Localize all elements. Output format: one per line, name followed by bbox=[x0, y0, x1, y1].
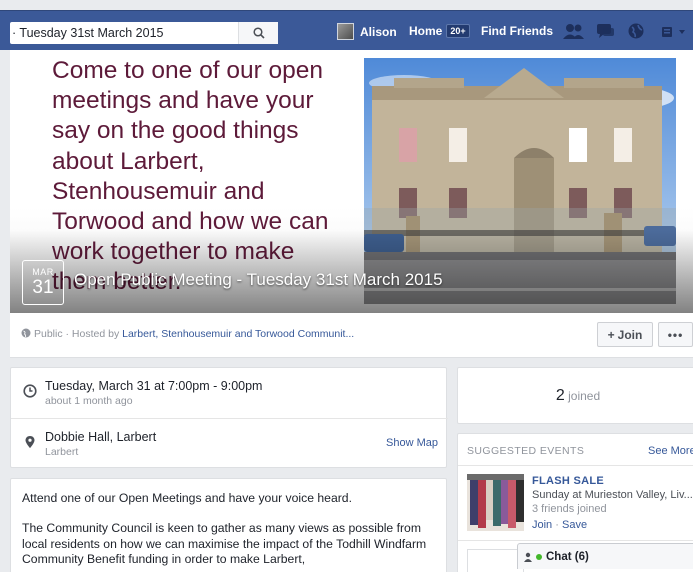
joined-label: joined bbox=[568, 389, 601, 403]
chat-bar[interactable]: Chat (6) bbox=[517, 543, 693, 569]
chat-person-icon bbox=[524, 552, 532, 562]
event-description-card: Attend one of our Open Meetings and have… bbox=[10, 478, 447, 572]
event-location[interactable]: Dobbie Hall, Larbert bbox=[45, 430, 156, 444]
profile-link[interactable]: Alison bbox=[337, 23, 397, 40]
messages-icon[interactable] bbox=[595, 22, 615, 40]
event-time-row: Tuesday, March 31 at 7:00pm - 9:00pm abo… bbox=[11, 368, 448, 418]
event-title: Open Public Meeting - Tuesday 31st March… bbox=[74, 270, 443, 289]
event-details-card: Tuesday, March 31 at 7:00pm - 9:00pm abo… bbox=[10, 367, 448, 468]
join-label: Join bbox=[617, 327, 643, 342]
avatar bbox=[337, 23, 354, 40]
see-more-link[interactable]: See More bbox=[648, 445, 693, 457]
search-button[interactable] bbox=[238, 22, 278, 44]
suggested-events-header: SUGGESTED EVENTS bbox=[467, 445, 585, 457]
event-meta-bar: Public · Hosted by Larbert, Stenhousemui… bbox=[10, 313, 693, 358]
chat-label: Chat (6) bbox=[546, 550, 589, 563]
home-link[interactable]: Home 20+ bbox=[409, 24, 470, 38]
suggested-event-thumbnail[interactable] bbox=[467, 474, 524, 531]
clock-icon bbox=[23, 384, 37, 398]
join-button[interactable]: + Join bbox=[597, 322, 653, 347]
search-input[interactable] bbox=[10, 23, 238, 43]
suggested-save-link[interactable]: Save bbox=[562, 519, 587, 531]
friend-requests-icon[interactable] bbox=[563, 22, 584, 40]
divider bbox=[458, 540, 693, 541]
home-badge: 20+ bbox=[446, 24, 470, 38]
event-time: Tuesday, March 31 at 7:00pm - 9:00pm bbox=[45, 379, 263, 393]
show-map-link[interactable]: Show Map bbox=[386, 437, 438, 449]
joined-count-card[interactable]: 2 joined bbox=[457, 367, 693, 424]
suggested-event-friends: 3 friends joined bbox=[532, 503, 607, 515]
home-label: Home bbox=[409, 24, 443, 38]
event-location-row: Dobbie Hall, Larbert Larbert Show Map bbox=[11, 418, 448, 468]
find-friends-link[interactable]: Find Friends bbox=[481, 24, 553, 38]
separator-dot: · bbox=[555, 519, 562, 531]
date-badge: MAR 31 bbox=[22, 260, 64, 305]
suggested-event-actions: Join · Save bbox=[532, 519, 587, 531]
user-name: Alison bbox=[360, 24, 397, 39]
event-page: Alison Home 20+ Find Friends Come to one… bbox=[0, 0, 693, 572]
more-options-button[interactable]: ••• bbox=[658, 322, 693, 347]
description-paragraph-1: Attend one of our Open Meetings and have… bbox=[22, 491, 352, 505]
joined-summary: 2 joined bbox=[458, 387, 693, 405]
plus-icon: + bbox=[607, 327, 615, 342]
search-icon bbox=[252, 27, 265, 39]
event-cover: Come to one of our open meetings and hav… bbox=[10, 50, 693, 313]
date-month: MAR bbox=[32, 267, 54, 277]
event-time-relative: about 1 month ago bbox=[45, 395, 133, 407]
suggested-join-link[interactable]: Join bbox=[532, 519, 552, 531]
nav-icon-group bbox=[563, 22, 647, 40]
joined-count: 2 bbox=[555, 387, 565, 404]
event-location-city: Larbert bbox=[45, 446, 79, 458]
host-link[interactable]: Larbert, Stenhousemuir and Torwood Commu… bbox=[122, 328, 354, 340]
account-menu-icon[interactable] bbox=[662, 24, 686, 40]
date-day: 31 bbox=[32, 277, 54, 298]
description-paragraph-2: The Community Council is keen to gather … bbox=[22, 521, 427, 566]
suggested-event-when: Sunday at Murieston Valley, Liv... bbox=[532, 489, 693, 501]
top-navigation-bar: Alison Home 20+ Find Friends bbox=[0, 10, 693, 50]
privacy-label: Public · Hosted by bbox=[34, 328, 123, 340]
search-box bbox=[10, 22, 278, 44]
location-pin-icon bbox=[25, 436, 35, 448]
event-host-line: Public · Hosted by Larbert, Stenhousemui… bbox=[21, 328, 354, 340]
divider bbox=[458, 465, 693, 466]
public-globe-icon bbox=[21, 328, 31, 338]
notifications-globe-icon[interactable] bbox=[627, 22, 647, 40]
online-indicator bbox=[536, 553, 542, 560]
suggested-event-title[interactable]: FLASH SALE bbox=[532, 475, 604, 487]
suggested-event-thumbnail-2[interactable] bbox=[467, 549, 524, 572]
